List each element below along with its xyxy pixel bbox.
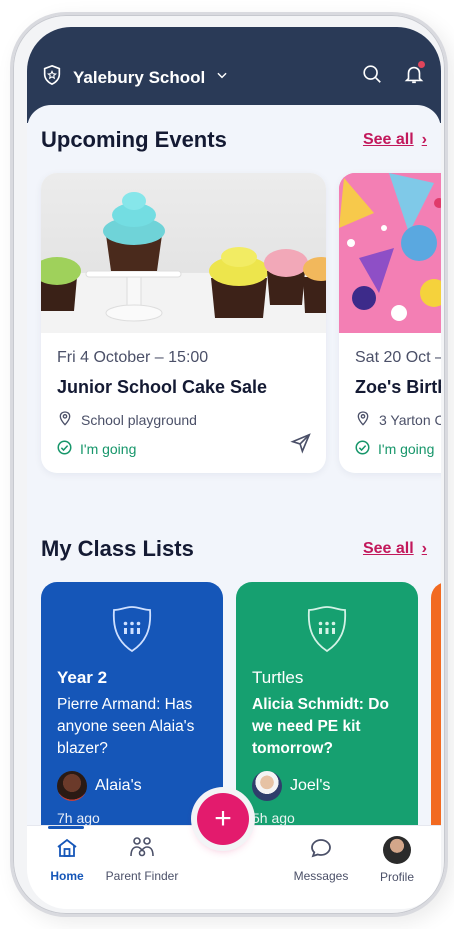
class-card[interactable]: Turtles Alicia Schmidt: Do we need PE ki… bbox=[236, 582, 418, 842]
rsvp-status[interactable]: I'm going bbox=[57, 440, 310, 458]
rsvp-label: I'm going bbox=[378, 441, 435, 457]
event-image-cupcakes bbox=[41, 173, 326, 333]
chat-bubble-icon bbox=[309, 839, 333, 863]
event-title: Junior School Cake Sale bbox=[57, 377, 268, 397]
events-carousel[interactable]: Fri 4 October – 15:00 Junior School Cake… bbox=[41, 173, 441, 473]
app-screen: Yalebury School Upcoming Events See all … bbox=[27, 27, 441, 909]
event-location-label: School playground bbox=[81, 411, 197, 428]
avatar bbox=[57, 771, 87, 801]
chevron-right-icon: › bbox=[421, 131, 427, 148]
home-icon bbox=[55, 838, 79, 863]
class-child: Joel's bbox=[252, 771, 330, 801]
event-title: Zoe's Birth bbox=[355, 377, 441, 397]
location-pin-icon bbox=[355, 410, 371, 429]
class-last-message: Pierre Armand: Has anyone seen Alaia's b… bbox=[57, 696, 195, 757]
class-name: Turtles bbox=[252, 668, 304, 687]
class-last-message: Alicia Schmidt: Do we need PE kit tomorr… bbox=[252, 696, 389, 757]
nav-parent-finder[interactable]: Parent Finder bbox=[102, 836, 182, 883]
events-see-all-link[interactable]: See all › bbox=[363, 131, 427, 149]
event-date: Fri 4 October – 15:00 bbox=[57, 349, 209, 366]
classes-title: My Class Lists bbox=[41, 536, 194, 561]
bell-icon[interactable] bbox=[401, 61, 427, 87]
event-date: Sat 20 Oct – bbox=[355, 349, 441, 366]
event-card[interactable]: Sat 20 Oct – Zoe's Birth 3 Yarton C I'm … bbox=[339, 173, 441, 473]
school-name: Yalebury School bbox=[73, 67, 206, 87]
child-name: Joel's bbox=[290, 777, 331, 794]
events-title: Upcoming Events bbox=[41, 127, 227, 152]
event-location-label: 3 Yarton C bbox=[379, 411, 441, 428]
event-image-party bbox=[339, 173, 441, 333]
share-icon[interactable] bbox=[290, 432, 312, 459]
event-location: 3 Yarton C bbox=[355, 410, 441, 429]
nav-profile-label: Profile bbox=[379, 870, 414, 884]
nav-home-label: Home bbox=[50, 869, 84, 883]
check-circle-icon bbox=[57, 440, 72, 458]
check-circle-icon bbox=[355, 440, 370, 458]
rsvp-label: I'm going bbox=[80, 441, 137, 457]
main-content: Upcoming Events See all › Fri 4 October … bbox=[27, 105, 441, 842]
class-crest-icon bbox=[304, 604, 350, 659]
class-child: Alaia's bbox=[57, 771, 142, 801]
message-timestamp: 5h ago bbox=[252, 810, 295, 826]
chevron-right-icon: › bbox=[421, 540, 427, 557]
shield-icon bbox=[41, 64, 63, 91]
add-button[interactable]: + bbox=[197, 793, 249, 845]
location-pin-icon bbox=[57, 410, 73, 429]
avatar bbox=[252, 771, 282, 801]
message-timestamp: 7h ago bbox=[57, 810, 100, 826]
classes-section-header: My Class Lists See all › bbox=[41, 536, 427, 562]
events-see-all-label: See all bbox=[362, 131, 414, 148]
class-card[interactable]: Year 2 Pierre Armand: Has anyone seen Al… bbox=[41, 582, 223, 842]
nav-parent-finder-label: Parent Finder bbox=[105, 869, 179, 883]
nav-messages-label: Messages bbox=[293, 869, 349, 883]
class-name: Year 2 bbox=[57, 668, 108, 687]
notification-dot bbox=[418, 61, 425, 68]
classes-see-all-label: See all bbox=[362, 540, 414, 557]
nav-home[interactable]: Home bbox=[27, 826, 107, 883]
chevron-down-icon bbox=[215, 68, 229, 87]
event-card[interactable]: Fri 4 October – 15:00 Junior School Cake… bbox=[41, 173, 326, 473]
class-crest-icon bbox=[109, 604, 155, 659]
classes-see-all-link[interactable]: See all › bbox=[363, 540, 427, 558]
school-selector[interactable]: Yalebury School bbox=[41, 64, 229, 91]
child-name: Alaia's bbox=[95, 777, 142, 794]
nav-profile[interactable]: Profile bbox=[357, 836, 437, 884]
profile-avatar bbox=[383, 836, 411, 864]
class-card[interactable] bbox=[431, 582, 441, 842]
people-icon bbox=[128, 837, 156, 863]
search-icon[interactable] bbox=[359, 61, 385, 87]
nav-messages[interactable]: Messages bbox=[281, 836, 361, 883]
rsvp-status[interactable]: I'm going bbox=[355, 440, 441, 458]
events-section-header: Upcoming Events See all › bbox=[41, 127, 427, 153]
event-location: School playground bbox=[57, 410, 310, 429]
